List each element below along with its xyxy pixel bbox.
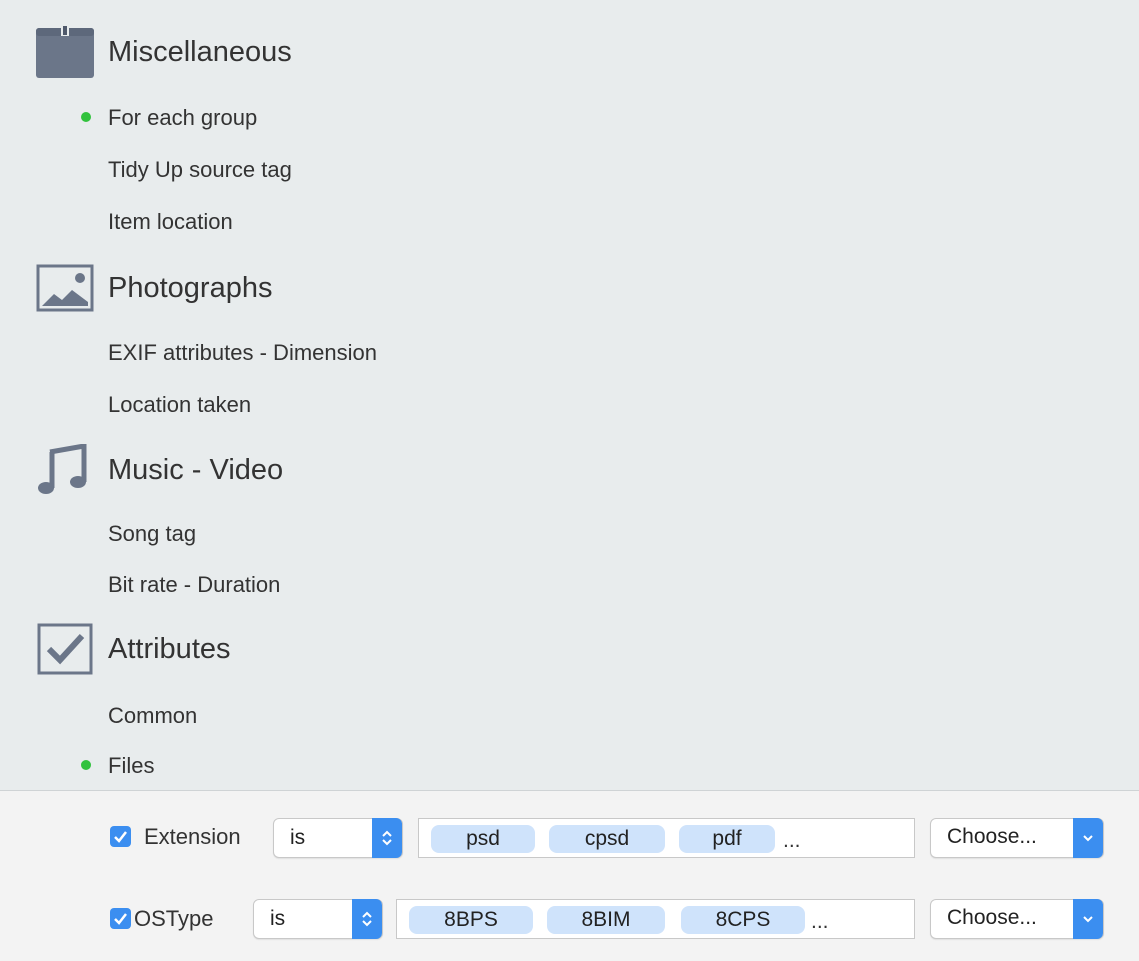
chevron-down-icon xyxy=(1073,818,1103,858)
token-field[interactable]: 8BPS 8BIM 8CPS ... xyxy=(396,899,915,939)
music-note-icon xyxy=(36,444,94,496)
photo-icon xyxy=(36,262,94,314)
ostype-checkbox[interactable] xyxy=(110,908,131,929)
list-item-bit-rate-duration[interactable]: Bit rate - Duration xyxy=(108,572,280,598)
category-miscellaneous: Miscellaneous xyxy=(36,26,292,78)
rules-editor-panel: Extension is psd cpsd pdf ... Choose... … xyxy=(0,790,1139,961)
rule-label: OSType xyxy=(134,906,214,931)
list-item-for-each-group[interactable]: For each group xyxy=(108,105,257,131)
token-overflow: ... xyxy=(811,910,829,933)
list-item-files[interactable]: Files xyxy=(108,753,154,779)
choose-label: Choose... xyxy=(947,825,1037,848)
box-icon xyxy=(36,26,94,78)
list-item-exif-attributes[interactable]: EXIF attributes - Dimension xyxy=(108,340,377,366)
active-indicator-dot xyxy=(81,112,91,122)
operator-select[interactable]: is xyxy=(253,899,383,939)
operator-value: is xyxy=(290,826,306,849)
updown-chevron-icon xyxy=(372,818,402,858)
list-item-item-location[interactable]: Item location xyxy=(108,209,233,235)
active-indicator-dot xyxy=(81,760,91,770)
extension-checkbox[interactable] xyxy=(110,826,131,847)
category-photographs: Photographs xyxy=(36,262,272,314)
chevron-down-icon xyxy=(1073,899,1103,939)
list-item-song-tag[interactable]: Song tag xyxy=(108,521,196,547)
token-8bim[interactable]: 8BIM xyxy=(547,906,665,934)
checkbox-icon xyxy=(36,623,94,675)
category-music-video: Music - Video xyxy=(36,444,283,496)
list-item-location-taken[interactable]: Location taken xyxy=(108,392,251,418)
token-field[interactable]: psd cpsd pdf ... xyxy=(418,818,915,858)
token-8cps[interactable]: 8CPS xyxy=(681,906,805,934)
category-title: Photographs xyxy=(108,271,273,304)
token-overflow: ... xyxy=(783,829,801,852)
category-title: Attributes xyxy=(108,632,231,665)
category-attributes: Attributes xyxy=(36,623,231,675)
category-list-panel: Miscellaneous For each group Tidy Up sou… xyxy=(0,0,1139,790)
choose-label: Choose... xyxy=(947,906,1037,929)
operator-value: is xyxy=(270,907,286,930)
category-title: Music - Video xyxy=(108,453,284,486)
checkmark-icon xyxy=(114,831,127,843)
token-pdf[interactable]: pdf xyxy=(679,825,775,853)
category-title: Miscellaneous xyxy=(108,35,292,68)
token-psd[interactable]: psd xyxy=(431,825,535,853)
list-item-tidy-up-source-tag[interactable]: Tidy Up source tag xyxy=(108,157,292,183)
checkmark-icon xyxy=(114,913,127,925)
operator-select[interactable]: is xyxy=(273,818,403,858)
updown-chevron-icon xyxy=(352,899,382,939)
rule-label: Extension xyxy=(144,824,241,849)
choose-button[interactable]: Choose... xyxy=(930,899,1104,939)
choose-button[interactable]: Choose... xyxy=(930,818,1104,858)
token-8bps[interactable]: 8BPS xyxy=(409,906,533,934)
token-cpsd[interactable]: cpsd xyxy=(549,825,665,853)
list-item-common[interactable]: Common xyxy=(108,703,197,729)
